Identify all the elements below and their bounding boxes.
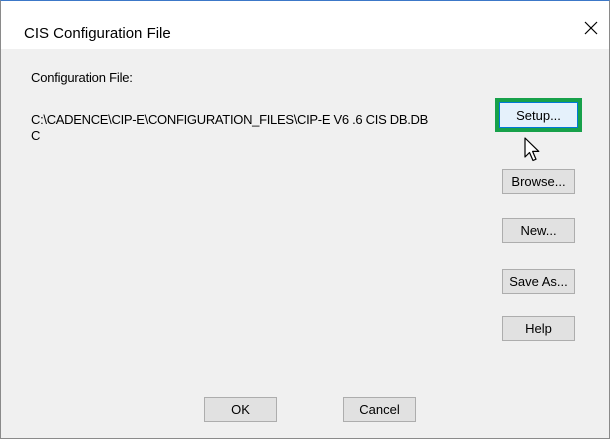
new-button[interactable]: New... [502, 218, 575, 243]
configuration-file-label: Configuration File: [31, 70, 133, 85]
arrow-cursor-icon [524, 137, 540, 162]
save-as-button[interactable]: Save As... [502, 269, 575, 294]
cis-configuration-dialog: CIS Configuration File Configuration Fil… [0, 0, 610, 439]
setup-button[interactable]: Setup... [499, 102, 578, 128]
cancel-button[interactable]: Cancel [343, 397, 416, 422]
window-title: CIS Configuration File [24, 25, 171, 42]
ok-button[interactable]: OK [204, 397, 277, 422]
close-icon [584, 21, 598, 35]
close-button[interactable] [573, 11, 609, 45]
browse-button[interactable]: Browse... [502, 169, 575, 194]
configuration-file-path: C:\CADENCE\CIP-E\CONFIGURATION_FILES\CIP… [31, 112, 428, 143]
help-button[interactable]: Help [502, 316, 575, 341]
title-bar: CIS Configuration File [1, 1, 609, 49]
